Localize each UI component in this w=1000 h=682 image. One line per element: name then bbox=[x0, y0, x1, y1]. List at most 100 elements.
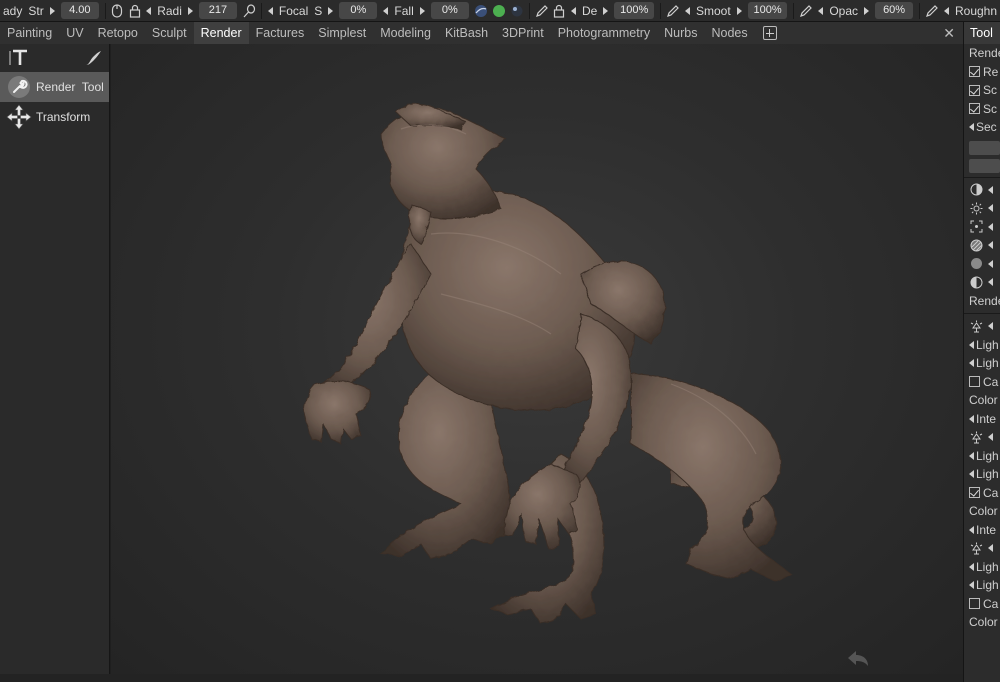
checkbox[interactable] bbox=[969, 103, 980, 115]
settings-slider[interactable]: Ligh bbox=[964, 465, 1000, 484]
arrow-left-icon[interactable] bbox=[988, 544, 993, 553]
focal-arrow-right-icon[interactable] bbox=[328, 6, 334, 15]
depth-field[interactable]: 100% bbox=[614, 2, 655, 19]
depth-arrow-right-icon[interactable] bbox=[603, 6, 609, 15]
arrow-left-icon[interactable] bbox=[969, 359, 974, 368]
lock-icon[interactable] bbox=[128, 3, 141, 19]
light-icon[interactable] bbox=[969, 430, 983, 444]
tab-nurbs[interactable]: Nurbs bbox=[657, 22, 704, 44]
sphere-icon[interactable] bbox=[969, 257, 983, 271]
undo-arrow-icon[interactable] bbox=[848, 651, 868, 666]
tab-photogrammetry[interactable]: Photogrammetry bbox=[551, 22, 657, 44]
checkbox[interactable] bbox=[969, 84, 980, 96]
settings-slider[interactable]: Ligh bbox=[964, 558, 1000, 577]
opacity-arrow-left-icon[interactable] bbox=[818, 6, 824, 15]
smooth-pencil-icon[interactable] bbox=[666, 3, 680, 19]
3d-viewport[interactable] bbox=[111, 44, 963, 674]
pencil-icon[interactable] bbox=[535, 3, 549, 19]
pen-pressure-icon[interactable] bbox=[242, 3, 256, 19]
settings-icon-row[interactable] bbox=[964, 539, 1000, 558]
tab-modeling[interactable]: Modeling bbox=[373, 22, 438, 44]
focal-field[interactable]: 0% bbox=[339, 2, 378, 19]
text-tool-icon[interactable] bbox=[8, 47, 30, 69]
color-dot-icon[interactable] bbox=[492, 3, 506, 19]
arrow-left-icon[interactable] bbox=[988, 185, 993, 194]
arrow-left-icon[interactable] bbox=[969, 525, 974, 534]
checkbox[interactable] bbox=[969, 487, 980, 499]
exposure-icon[interactable] bbox=[969, 183, 983, 197]
tab-nodes[interactable]: Nodes bbox=[704, 22, 754, 44]
settings-slider[interactable]: Ligh bbox=[964, 576, 1000, 595]
settings-checkbox[interactable]: Ca bbox=[964, 484, 1000, 503]
contrast-icon[interactable] bbox=[969, 275, 983, 289]
tab-3dprint[interactable]: 3DPrint bbox=[495, 22, 551, 44]
transform-tool-item[interactable]: Transform bbox=[0, 102, 109, 132]
arrow-left-icon[interactable] bbox=[988, 278, 993, 287]
mouse-icon[interactable] bbox=[111, 3, 124, 19]
smooth-field[interactable]: 100% bbox=[747, 2, 788, 19]
light-icon[interactable] bbox=[969, 541, 983, 555]
falloff-arrow-left-icon[interactable] bbox=[383, 6, 389, 15]
settings-slider[interactable]: Ligh bbox=[964, 336, 1000, 355]
hatch-icon[interactable] bbox=[969, 238, 983, 252]
arrow-left-icon[interactable] bbox=[988, 433, 993, 442]
opacity-field[interactable]: 60% bbox=[875, 2, 914, 19]
settings-button[interactable] bbox=[969, 140, 1000, 155]
settings-checkbox[interactable]: Sc bbox=[964, 81, 1000, 100]
settings-icon-row[interactable] bbox=[964, 317, 1000, 336]
tab-sculpt[interactable]: Sculpt bbox=[145, 22, 194, 44]
render-tool-item[interactable]: Render Tool bbox=[0, 72, 109, 102]
strength-arrow-icon[interactable] bbox=[49, 6, 55, 15]
tab-factures[interactable]: Factures bbox=[249, 22, 312, 44]
tab-uv[interactable]: UV bbox=[59, 22, 90, 44]
checkbox[interactable] bbox=[969, 66, 980, 78]
arrow-left-icon[interactable] bbox=[988, 259, 993, 268]
focus-icon[interactable] bbox=[969, 220, 983, 234]
strength-field[interactable]: 4.00 bbox=[60, 2, 99, 19]
roughness-arrow-left-icon[interactable] bbox=[943, 6, 949, 15]
tab-render[interactable]: Render bbox=[193, 22, 249, 44]
arrow-left-icon[interactable] bbox=[969, 123, 974, 132]
arrow-left-icon[interactable] bbox=[969, 581, 974, 590]
settings-icon-row[interactable] bbox=[964, 199, 1000, 218]
arrow-left-icon[interactable] bbox=[969, 414, 974, 423]
settings-icon-row[interactable] bbox=[964, 273, 1000, 292]
settings-checkbox[interactable]: Sc bbox=[964, 100, 1000, 119]
settings-icon-row[interactable] bbox=[964, 181, 1000, 200]
settings-checkbox[interactable]: Ca bbox=[964, 373, 1000, 392]
checkbox[interactable] bbox=[969, 376, 980, 388]
arrow-left-icon[interactable] bbox=[969, 340, 974, 349]
arrow-left-icon[interactable] bbox=[969, 470, 974, 479]
close-icon[interactable]: ✕ bbox=[943, 25, 955, 42]
arrow-left-icon[interactable] bbox=[988, 241, 993, 250]
settings-slider[interactable]: Sec bbox=[964, 118, 1000, 137]
radius-arrow-right-icon[interactable] bbox=[187, 6, 193, 15]
depth-lock-icon[interactable] bbox=[553, 3, 566, 19]
settings-icon-row[interactable] bbox=[964, 236, 1000, 255]
settings-checkbox[interactable]: Re bbox=[964, 63, 1000, 82]
brush-stroke-icon[interactable] bbox=[83, 48, 103, 68]
light-icon[interactable] bbox=[969, 319, 983, 333]
settings-slider[interactable]: Inte bbox=[964, 521, 1000, 540]
arrow-left-icon[interactable] bbox=[969, 562, 974, 571]
settings-slider[interactable]: Ligh bbox=[964, 447, 1000, 466]
roughness-pencil-icon[interactable] bbox=[925, 3, 939, 19]
sun-icon[interactable] bbox=[969, 201, 983, 215]
tab-simplest[interactable]: Simplest bbox=[311, 22, 373, 44]
settings-slider[interactable]: Ligh bbox=[964, 354, 1000, 373]
checkbox[interactable] bbox=[969, 598, 980, 610]
opacity-pencil-icon[interactable] bbox=[799, 3, 813, 19]
opacity-arrow-right-icon[interactable] bbox=[864, 6, 869, 15]
settings-icon-row[interactable] bbox=[964, 255, 1000, 274]
arrow-left-icon[interactable] bbox=[969, 451, 974, 460]
falloff-field[interactable]: 0% bbox=[430, 2, 469, 19]
add-room-icon[interactable] bbox=[762, 26, 777, 40]
settings-icon-row[interactable] bbox=[964, 218, 1000, 237]
gloss-sphere-icon[interactable] bbox=[510, 3, 524, 19]
depth-arrow-left-icon[interactable] bbox=[571, 6, 576, 15]
settings-checkbox[interactable]: Ca bbox=[964, 595, 1000, 614]
tab-painting[interactable]: Painting bbox=[0, 22, 59, 44]
radius-field[interactable]: 217 bbox=[198, 2, 238, 19]
arrow-left-icon[interactable] bbox=[988, 322, 993, 331]
radius-arrow-left-icon[interactable] bbox=[146, 6, 152, 15]
